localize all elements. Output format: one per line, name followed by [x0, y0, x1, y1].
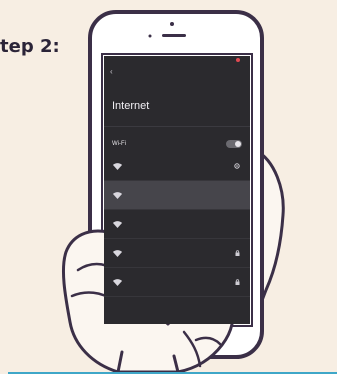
network-item[interactable]: [104, 210, 250, 239]
helper-text: [104, 127, 250, 138]
notification-dot-icon: [236, 58, 240, 62]
network-item[interactable]: [104, 239, 250, 268]
network-list: [104, 152, 250, 297]
phone-camera: [170, 22, 174, 26]
phone-earpiece: [162, 34, 186, 37]
wifi-toggle-row[interactable]: Wi-Fi: [104, 138, 250, 152]
network-item[interactable]: [104, 181, 250, 210]
wifi-toggle[interactable]: [226, 140, 242, 148]
wifi-icon: [112, 191, 122, 199]
back-button[interactable]: ‹: [104, 66, 250, 78]
network-item[interactable]: [104, 152, 250, 181]
page-title: Internet: [112, 100, 150, 112]
network-item[interactable]: [104, 268, 250, 297]
wifi-icon: [112, 249, 122, 257]
wifi-icon: [112, 278, 122, 286]
phone-screen: ‹ Internet Wi-Fi: [104, 56, 250, 324]
status-bar: [104, 56, 250, 66]
lock-icon: [232, 279, 242, 285]
wifi-icon: [112, 220, 122, 228]
phone-sensor: [148, 34, 152, 38]
lock-icon: [232, 250, 242, 256]
wifi-label: Wi-Fi: [112, 140, 126, 147]
settings-icon[interactable]: [232, 163, 242, 169]
wifi-icon: [112, 162, 122, 170]
status-right: [236, 58, 244, 64]
